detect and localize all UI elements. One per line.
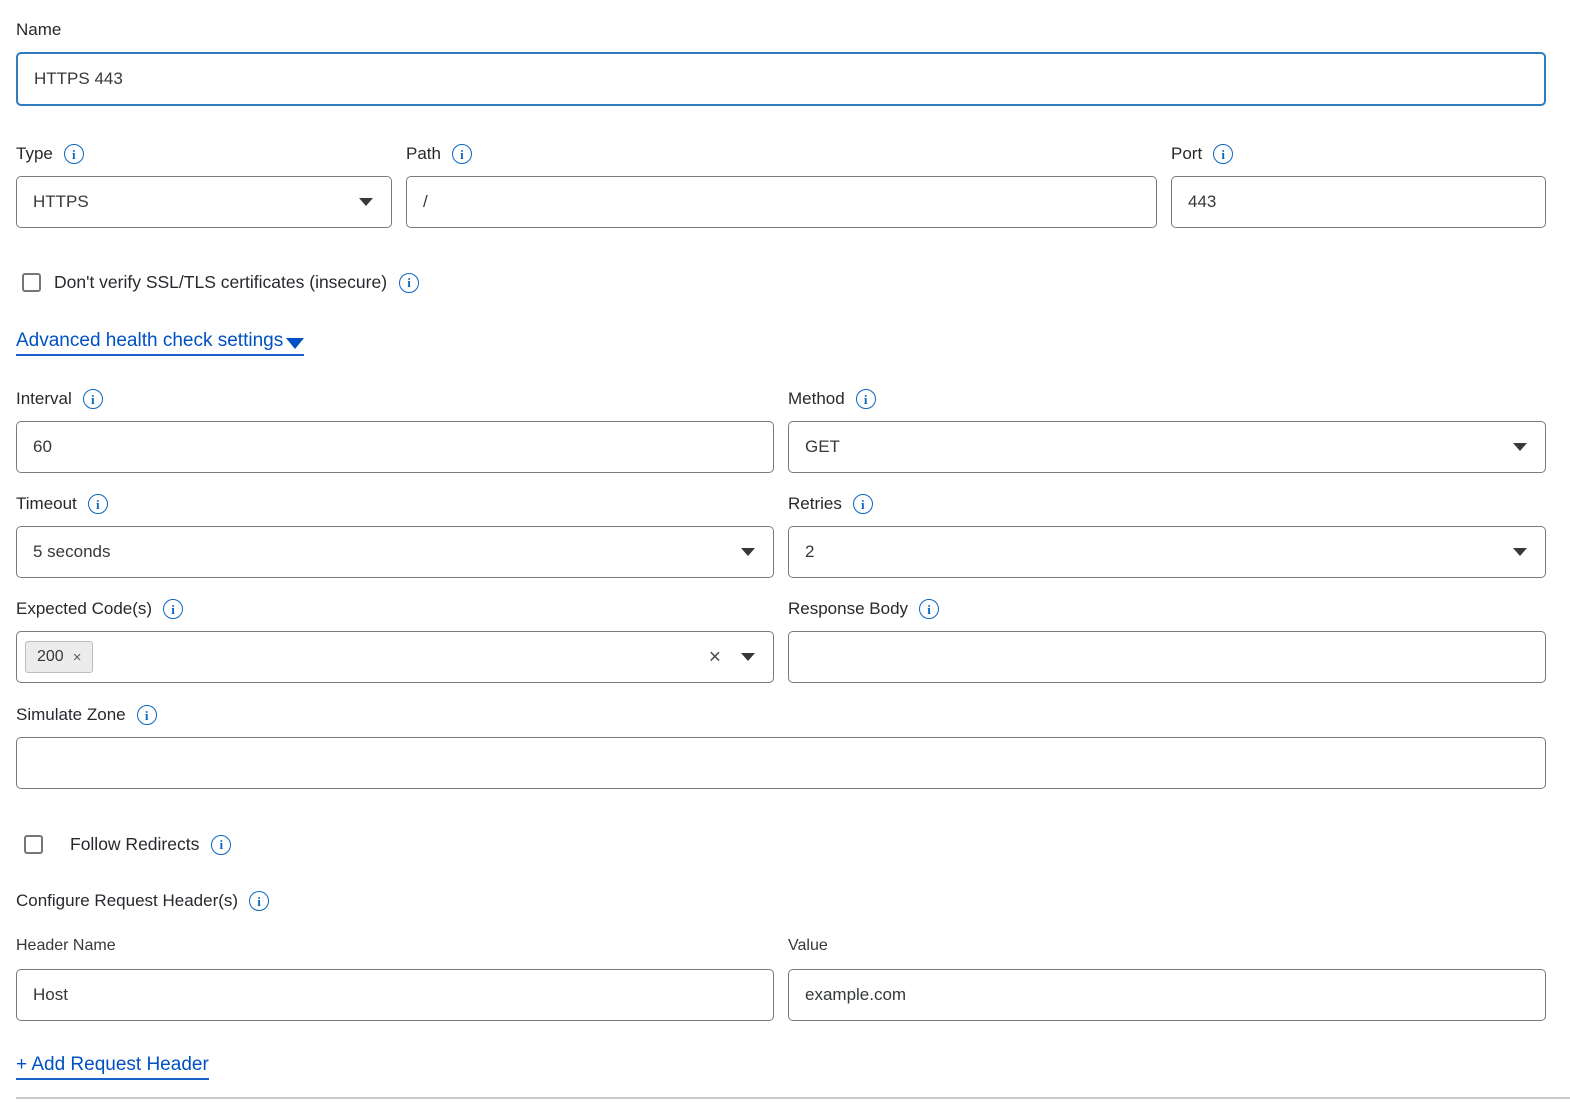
request-headers-info-icon[interactable]: i: [249, 891, 269, 911]
interval-label: Interval i: [16, 387, 774, 411]
request-headers-section-text: Configure Request Header(s): [16, 889, 238, 913]
chevron-down-icon: [359, 198, 373, 206]
chevron-down-icon[interactable]: [741, 653, 755, 661]
retries-field: Retries i 2: [788, 492, 1546, 578]
type-field: Type i HTTPS: [16, 142, 392, 228]
path-input[interactable]: [406, 176, 1157, 228]
code-tag: 200 ×: [25, 641, 93, 673]
chevron-down-icon: [1513, 548, 1527, 556]
type-path-port-row: Type i HTTPS Path i Port i: [16, 142, 1546, 228]
response-body-input[interactable]: [788, 631, 1546, 683]
expected-codes-info-icon[interactable]: i: [163, 599, 183, 619]
follow-redirects-checkbox[interactable]: [24, 835, 43, 854]
tag-remove-icon[interactable]: ×: [73, 650, 82, 665]
header-name-input[interactable]: [16, 969, 774, 1021]
path-info-icon[interactable]: i: [452, 144, 472, 164]
expected-codes-label: Expected Code(s) i: [16, 597, 774, 621]
method-label-text: Method: [788, 387, 845, 411]
retries-label: Retries i: [788, 492, 1546, 516]
retries-select-value: 2: [805, 542, 814, 562]
timeout-label-text: Timeout: [16, 492, 77, 516]
port-field: Port i: [1171, 142, 1546, 228]
port-label: Port i: [1171, 142, 1546, 166]
code-tag-value: 200: [37, 648, 64, 666]
type-info-icon[interactable]: i: [64, 144, 84, 164]
section-divider: [16, 1097, 1570, 1099]
timeout-retries-row: Timeout i 5 seconds Retries i 2: [16, 492, 1546, 578]
header-value-column-label: Value: [788, 937, 1546, 955]
chevron-down-icon: [1513, 443, 1527, 451]
interval-method-row: Interval i Method i GET: [16, 387, 1546, 473]
port-label-text: Port: [1171, 142, 1202, 166]
interval-field: Interval i: [16, 387, 774, 473]
simulate-zone-info-icon[interactable]: i: [137, 705, 157, 725]
method-info-icon[interactable]: i: [856, 389, 876, 409]
advanced-settings-link[interactable]: Advanced health check settings: [16, 330, 304, 356]
method-select[interactable]: GET: [788, 421, 1546, 473]
port-info-icon[interactable]: i: [1213, 144, 1233, 164]
method-label: Method i: [788, 387, 1546, 411]
expected-codes-label-text: Expected Code(s): [16, 597, 152, 621]
interval-label-text: Interval: [16, 387, 72, 411]
simulate-zone-field: Simulate Zone i: [16, 703, 1546, 789]
response-body-label-text: Response Body: [788, 597, 908, 621]
name-label-text: Name: [16, 18, 61, 42]
name-label: Name: [16, 18, 1546, 42]
response-body-info-icon[interactable]: i: [919, 599, 939, 619]
simulate-zone-input[interactable]: [16, 737, 1546, 789]
simulate-zone-label: Simulate Zone i: [16, 703, 1546, 727]
advanced-settings-link-text: Advanced health check settings: [16, 330, 283, 352]
add-header-row: + Add Request Header: [16, 1054, 1546, 1080]
path-label-text: Path: [406, 142, 441, 166]
path-label: Path i: [406, 142, 1157, 166]
add-request-header-link[interactable]: + Add Request Header: [16, 1054, 209, 1080]
retries-select[interactable]: 2: [788, 526, 1546, 578]
triangle-down-icon: [286, 338, 304, 349]
header-value-field: Value: [788, 937, 1546, 1021]
verify-ssl-checkbox[interactable]: [22, 273, 41, 292]
timeout-info-icon[interactable]: i: [88, 494, 108, 514]
timeout-field: Timeout i 5 seconds: [16, 492, 774, 578]
health-check-form: Name Type i HTTPS Path i Port i: [0, 0, 1570, 1099]
follow-redirects-label: Follow Redirects: [70, 834, 199, 855]
path-field: Path i: [406, 142, 1157, 228]
header-name-column-label: Header Name: [16, 937, 774, 955]
timeout-select[interactable]: 5 seconds: [16, 526, 774, 578]
retries-info-icon[interactable]: i: [853, 494, 873, 514]
type-select-value: HTTPS: [33, 192, 89, 212]
advanced-settings-row: Advanced health check settings: [16, 330, 1546, 356]
type-select[interactable]: HTTPS: [16, 176, 392, 228]
simulate-zone-label-text: Simulate Zone: [16, 703, 126, 727]
type-label: Type i: [16, 142, 392, 166]
verify-ssl-info-icon[interactable]: i: [399, 273, 419, 293]
timeout-label: Timeout i: [16, 492, 774, 516]
header-value-input[interactable]: [788, 969, 1546, 1021]
interval-info-icon[interactable]: i: [83, 389, 103, 409]
method-select-value: GET: [805, 437, 840, 457]
interval-input[interactable]: [16, 421, 774, 473]
header-name-field: Header Name: [16, 937, 774, 1021]
response-body-label: Response Body i: [788, 597, 1546, 621]
method-field: Method i GET: [788, 387, 1546, 473]
verify-ssl-row: Don't verify SSL/TLS certificates (insec…: [22, 272, 1546, 293]
port-input[interactable]: [1171, 176, 1546, 228]
verify-ssl-label: Don't verify SSL/TLS certificates (insec…: [54, 272, 387, 293]
timeout-select-value: 5 seconds: [33, 542, 111, 562]
request-header-row: Header Name Value: [16, 937, 1546, 1021]
follow-redirects-info-icon[interactable]: i: [211, 835, 231, 855]
retries-label-text: Retries: [788, 492, 842, 516]
follow-redirects-row: Follow Redirects i: [24, 834, 1546, 855]
codes-body-row: Expected Code(s) i 200 × × Response Body…: [16, 597, 1546, 683]
chevron-down-icon: [741, 548, 755, 556]
request-headers-section-label: Configure Request Header(s) i: [16, 889, 1546, 913]
type-label-text: Type: [16, 142, 53, 166]
clear-all-icon[interactable]: ×: [709, 647, 721, 668]
expected-codes-multiselect[interactable]: 200 × ×: [16, 631, 774, 683]
response-body-field: Response Body i: [788, 597, 1546, 683]
expected-codes-field: Expected Code(s) i 200 × ×: [16, 597, 774, 683]
name-input[interactable]: [16, 52, 1546, 106]
